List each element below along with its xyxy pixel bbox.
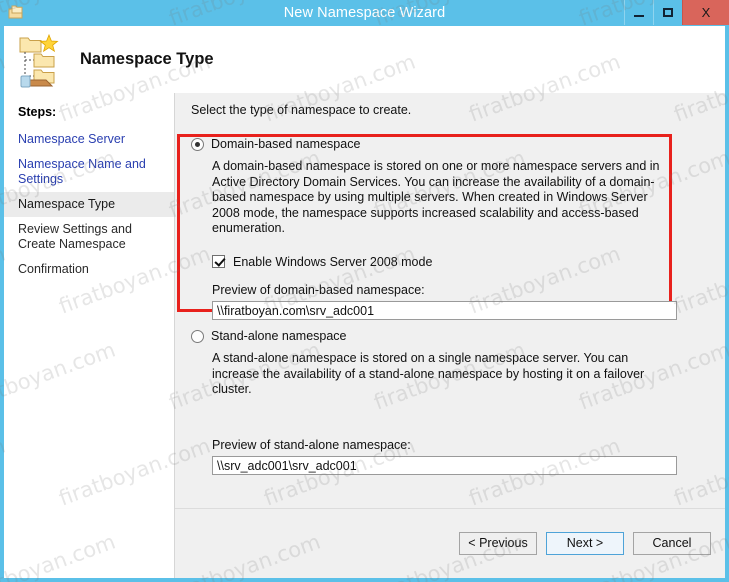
minimize-button[interactable] — [624, 0, 653, 25]
standalone-label: Stand-alone namespace — [211, 329, 347, 343]
previous-button[interactable]: < Previous — [459, 532, 537, 555]
domain-based-radio[interactable] — [191, 138, 204, 151]
domain-based-option-group: Domain-based namespace A domain-based na… — [191, 137, 677, 320]
enable-2008-mode-row[interactable]: Enable Windows Server 2008 mode — [212, 255, 661, 269]
standalone-description: A stand-alone namespace is stored on a s… — [212, 351, 645, 396]
standalone-radio-row[interactable]: Stand-alone namespace — [191, 329, 661, 343]
steps-label: Steps: — [18, 105, 57, 119]
wizard-footer: < Previous Next > Cancel — [175, 509, 725, 578]
instruction-text: Select the type of namespace to create. — [191, 103, 412, 117]
domain-based-radio-row[interactable]: Domain-based namespace — [191, 137, 661, 151]
domain-based-description: A domain-based namespace is stored on on… — [212, 159, 660, 235]
cancel-button[interactable]: Cancel — [633, 532, 711, 555]
wizard-header: Namespace Type — [4, 26, 725, 93]
enable-2008-mode-checkbox[interactable] — [212, 255, 225, 268]
wizard-body: Steps: Namespace Server Namespace Name a… — [4, 93, 725, 578]
standalone-preview-label: Preview of stand-alone namespace: — [212, 437, 411, 452]
window-title: New Namespace Wizard — [283, 5, 446, 21]
standalone-radio[interactable] — [191, 330, 204, 343]
minimize-icon — [634, 14, 644, 17]
domain-preview-input[interactable]: \\firatboyan.com\srv_adc001 — [212, 300, 677, 320]
standalone-option-group: Stand-alone namespace A stand-alone name… — [191, 329, 677, 475]
namespace-folder-icon — [6, 3, 26, 23]
sidebar-item-namespace-type[interactable]: Namespace Type — [4, 192, 174, 217]
maximize-icon — [663, 8, 673, 17]
sidebar-item-namespace-name-and-settings[interactable]: Namespace Name and Settings — [4, 152, 174, 192]
maximize-button[interactable] — [653, 0, 682, 25]
wizard-window: New Namespace Wizard X Namespace Type St… — [0, 0, 729, 582]
domain-based-label: Domain-based namespace — [211, 137, 361, 151]
sidebar-item-confirmation: Confirmation — [18, 262, 89, 276]
window-controls: X — [624, 0, 729, 25]
close-button[interactable]: X — [682, 0, 729, 25]
steps-sidebar: Steps: Namespace Server Namespace Name a… — [4, 93, 175, 578]
sidebar-item-review-settings: Review Settings and Create Namespace — [18, 222, 132, 251]
enable-2008-mode-label: Enable Windows Server 2008 mode — [233, 254, 433, 269]
main-pane: Select the type of namespace to create. … — [175, 93, 725, 578]
page-title: Namespace Type — [80, 50, 214, 68]
standalone-preview-input[interactable]: \\srv_adc001\srv_adc001 — [212, 455, 677, 475]
domain-preview-label: Preview of domain-based namespace: — [212, 282, 425, 297]
title-bar: New Namespace Wizard X — [0, 0, 729, 26]
namespace-tree-icon — [12, 30, 74, 90]
next-button[interactable]: Next > — [546, 532, 624, 555]
sidebar-item-namespace-server[interactable]: Namespace Server — [4, 127, 174, 152]
close-icon: X — [701, 5, 711, 20]
